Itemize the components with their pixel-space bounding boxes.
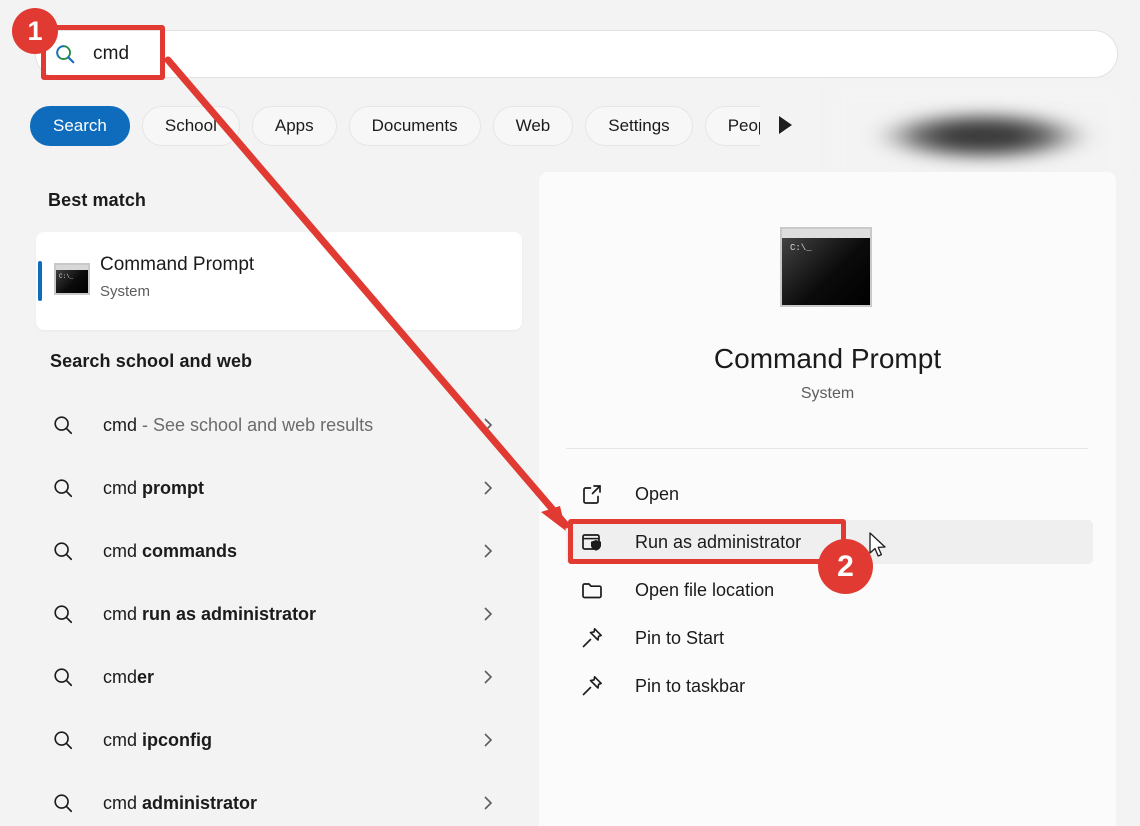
action-label: Open file location [635, 580, 774, 601]
chevron-right-icon [480, 732, 496, 748]
command-prompt-icon: C:\_ [780, 227, 872, 307]
tab-label: Apps [275, 116, 314, 136]
search-icon [52, 603, 74, 625]
list-item-label: cmd administrator [103, 793, 257, 814]
list-item[interactable]: cmd - See school and web results [44, 400, 514, 450]
chevron-right-icon [480, 795, 496, 811]
chevron-right-triangle-icon[interactable] [779, 116, 792, 134]
search-web-heading: Search school and web [50, 351, 252, 372]
tab-label: People [728, 116, 760, 136]
search-icon [52, 666, 74, 688]
list-item-label: cmd ipconfig [103, 730, 212, 751]
filter-tabs: Search School Apps Documents Web Setting… [30, 106, 760, 148]
tab-label: Settings [608, 116, 669, 136]
list-item[interactable]: cmder [44, 652, 514, 702]
best-match-heading: Best match [48, 190, 146, 211]
search-icon [52, 792, 74, 814]
pin-icon [580, 674, 604, 698]
list-item-label: cmd commands [103, 541, 237, 562]
annotation-highlight-run-as-admin [568, 519, 846, 564]
divider [566, 448, 1088, 449]
best-match-subtitle: System [100, 283, 150, 300]
list-item[interactable]: cmd commands [44, 526, 514, 576]
action-open[interactable]: Open [566, 472, 1093, 516]
pin-icon [580, 626, 604, 650]
tab-search[interactable]: Search [30, 106, 130, 146]
detail-subtitle: System [539, 385, 1116, 403]
search-icon [52, 729, 74, 751]
open-external-icon [580, 482, 604, 506]
search-input[interactable]: cmd [35, 30, 1118, 78]
chevron-right-icon [480, 543, 496, 559]
tab-label: Web [516, 116, 551, 136]
best-match-card[interactable] [36, 232, 522, 330]
action-pin-to-taskbar[interactable]: Pin to taskbar [566, 664, 1093, 708]
tab-label: Documents [372, 116, 458, 136]
windows-search-flyout: cmd Search School Apps Documents Web Set… [0, 0, 1140, 826]
chevron-right-icon [480, 417, 496, 433]
search-icon [52, 477, 74, 499]
action-label: Pin to Start [635, 628, 724, 649]
step-badge-2: 2 [818, 539, 873, 594]
action-label: Pin to taskbar [635, 676, 745, 697]
tab-apps[interactable]: Apps [252, 106, 337, 146]
search-icon [52, 414, 74, 436]
annotation-highlight-search [41, 25, 165, 80]
tab-school[interactable]: School [142, 106, 240, 146]
chevron-right-icon [480, 669, 496, 685]
step-badge-1: 1 [12, 8, 58, 54]
search-icon [52, 540, 74, 562]
tab-settings[interactable]: Settings [585, 106, 692, 146]
selection-accent-bar [38, 261, 42, 301]
list-item[interactable]: cmd run as administrator [44, 589, 514, 639]
folder-icon [580, 578, 604, 602]
tab-label: Search [53, 116, 107, 136]
list-item-label: cmd run as administrator [103, 604, 316, 625]
action-pin-to-start[interactable]: Pin to Start [566, 616, 1093, 660]
list-item-label: cmd prompt [103, 478, 204, 499]
chevron-right-icon [480, 606, 496, 622]
tab-web[interactable]: Web [493, 106, 574, 146]
page-title: Command Prompt [539, 343, 1116, 375]
list-item-label: cmder [103, 667, 154, 688]
command-prompt-icon: C:\_ [54, 263, 90, 295]
tab-people[interactable]: People [705, 106, 760, 146]
list-item[interactable]: cmd ipconfig [44, 715, 514, 765]
list-item[interactable]: cmd prompt [44, 463, 514, 513]
chevron-right-icon [480, 480, 496, 496]
list-item-label: cmd - See school and web results [103, 415, 373, 436]
list-item[interactable]: cmd administrator [44, 778, 514, 826]
action-label: Open [635, 484, 679, 505]
tab-label: School [165, 116, 217, 136]
best-match-title: Command Prompt [100, 254, 254, 276]
tab-documents[interactable]: Documents [349, 106, 481, 146]
